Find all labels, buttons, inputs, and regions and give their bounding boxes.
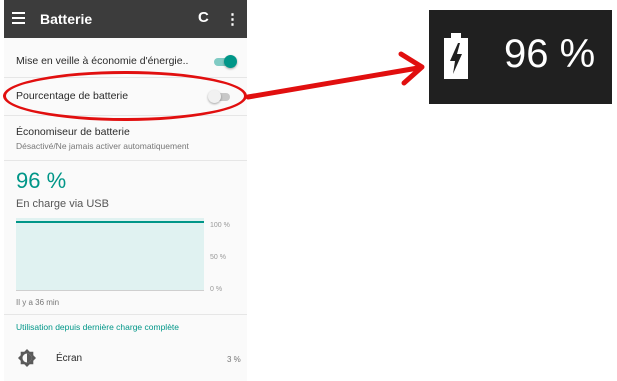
charging-battery-icon — [444, 33, 468, 79]
battery-percentage-text: 96 % — [504, 32, 596, 76]
battery-status-indicator: 96 % — [429, 10, 612, 104]
